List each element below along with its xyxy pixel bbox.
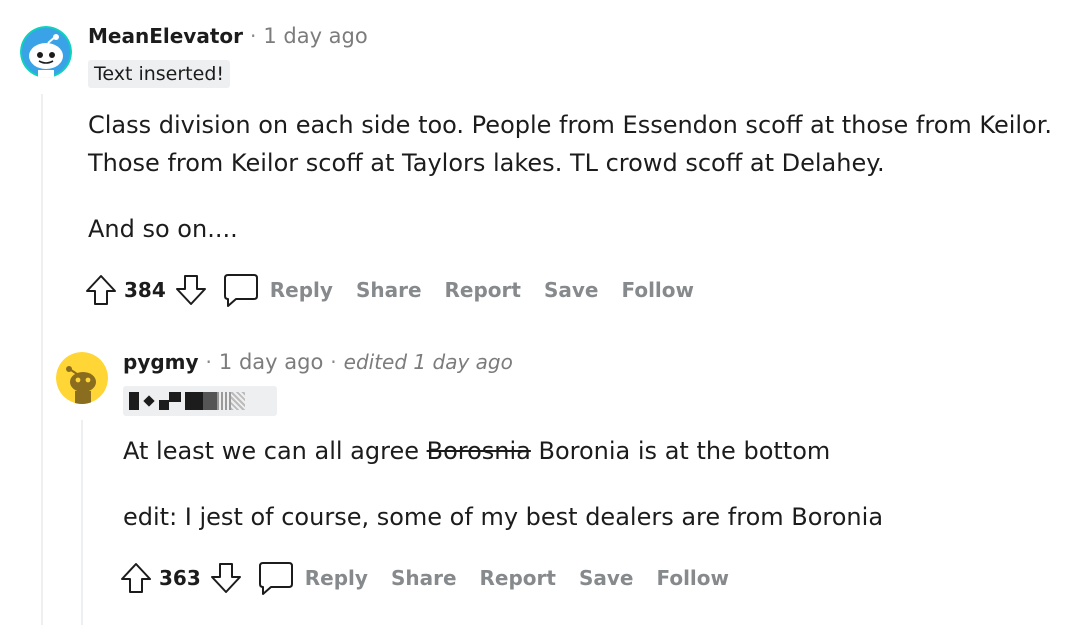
reply-button[interactable]: Reply <box>305 566 368 590</box>
separator-dot: · <box>330 350 337 374</box>
follow-button[interactable]: Follow <box>656 566 729 590</box>
comment-body: At least we can all agree Borosnia Boron… <box>123 432 883 536</box>
comment-body: Class division on each side too. People … <box>88 106 1052 248</box>
reply-button[interactable]: Reply <box>270 278 333 302</box>
report-button[interactable]: Report <box>480 566 556 590</box>
follow-button[interactable]: Follow <box>621 278 694 302</box>
comment-paragraph: At least we can all agree Borosnia Boron… <box>123 432 883 470</box>
avatar[interactable] <box>20 26 72 78</box>
separator-dot: · <box>249 24 257 48</box>
downvote-icon[interactable] <box>209 561 243 595</box>
comment-actions: 363 Reply Share Report Save Follow <box>119 558 729 598</box>
share-button[interactable]: Share <box>356 278 422 302</box>
upvote-icon[interactable] <box>84 273 118 307</box>
timestamp[interactable]: 1 day ago <box>263 24 367 48</box>
timestamp[interactable]: 1 day ago <box>219 350 323 374</box>
vote-count: 363 <box>159 566 201 590</box>
text-segment: At least we can all agree <box>123 437 427 465</box>
comment-icon[interactable] <box>257 560 295 596</box>
vote-count: 384 <box>124 278 166 302</box>
save-button[interactable]: Save <box>579 566 634 590</box>
snoo-avatar-icon <box>20 26 72 78</box>
comment-paragraph: Class division on each side too. People … <box>88 111 1053 139</box>
comment-icon[interactable] <box>222 272 260 308</box>
strikethrough-text: Borosnia <box>426 437 531 465</box>
flair-emoji-pattern <box>129 388 271 414</box>
comment-paragraph: And so on.... <box>88 215 238 243</box>
comment-meta: pygmy · 1 day ago · edited 1 day ago <box>123 350 513 374</box>
user-flair <box>123 386 277 416</box>
comment-actions: 384 Reply Share Report Save Follow <box>84 270 694 310</box>
avatar[interactable] <box>56 352 108 404</box>
comment-paragraph: edit: I jest of course, some of my best … <box>123 503 884 531</box>
snoo-avatar-icon <box>56 352 108 404</box>
report-button[interactable]: Report <box>445 278 521 302</box>
upvote-icon[interactable] <box>119 561 153 595</box>
username[interactable]: pygmy <box>123 350 199 374</box>
save-button[interactable]: Save <box>544 278 599 302</box>
downvote-icon[interactable] <box>174 273 208 307</box>
thread-line-root[interactable] <box>41 94 43 625</box>
text-segment: Boronia is at the bottom <box>530 437 831 465</box>
comment-meta: MeanElevator · 1 day ago <box>88 24 368 48</box>
user-flair: Text inserted! <box>88 60 231 88</box>
thread-line-reply[interactable] <box>81 420 83 625</box>
username[interactable]: MeanElevator <box>88 24 243 48</box>
edited-label: edited 1 day ago <box>343 350 513 374</box>
separator-dot: · <box>205 350 212 374</box>
comment-paragraph: Those from Keilor scoff at Taylors lakes… <box>88 149 885 177</box>
share-button[interactable]: Share <box>391 566 457 590</box>
